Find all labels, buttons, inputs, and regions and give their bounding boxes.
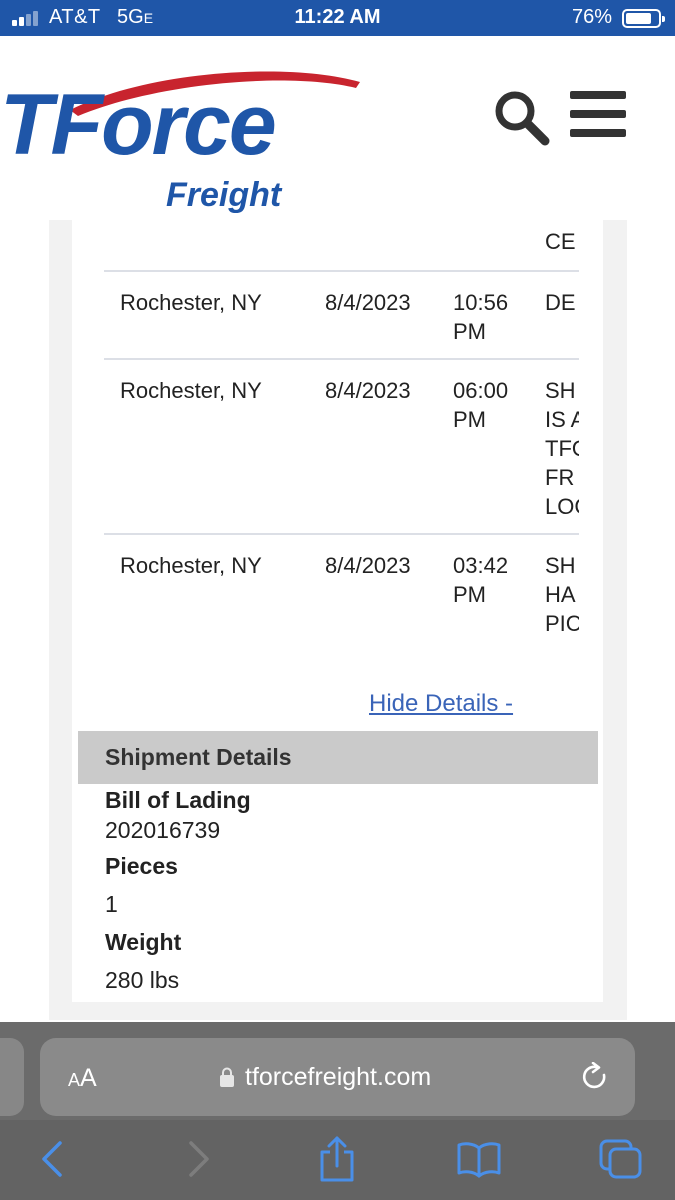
section-title: Shipment Details [105,744,292,770]
activity-description: DE [545,290,576,315]
pieces-value: 1 [105,891,118,917]
browser-toolbar [0,1120,675,1200]
table-row: Rochester, NY 8/4/2023 03:42 PM SH HA PI… [104,535,579,650]
table-row: A C CE [104,220,579,272]
search-icon [495,91,550,146]
activity-time: 03:42 PM [453,553,509,607]
logo-subtitle: Freight [166,176,282,214]
battery-icon [622,9,665,28]
bill-of-lading-value: 202016739 [105,817,221,843]
weight-label: Weight [105,929,182,955]
table-row: Rochester, NY 8/4/2023 10:56 PM DE [104,272,579,360]
status-bar: AT&T 5GE 11:22 AM 76% [0,0,675,36]
reload-icon[interactable] [580,1062,610,1092]
activity-date: 8/4/2023 [325,378,411,403]
browser-address-area: AA tforcefreight.com [0,1022,675,1120]
shipment-details-header: Shipment Details [78,731,598,784]
forward-icon[interactable] [183,1137,213,1181]
weight-value: 280 lbs [105,967,180,993]
activity-description: A C CE [545,220,579,254]
activity-description: SH IS A TFO FR LOC [545,378,579,519]
activity-location: Rochester, NY [120,290,262,315]
site-header: TForce Freight [0,36,675,220]
url-display[interactable]: tforcefreight.com [245,1063,431,1092]
bill-of-lading-label: Bill of Lading [105,787,251,813]
table-row: Rochester, NY 8/4/2023 06:00 PM SH IS A … [104,360,579,535]
hide-details-link[interactable]: Hide Details - [369,690,513,718]
back-icon[interactable] [38,1137,68,1181]
pieces-label: Pieces [105,853,178,879]
address-bar[interactable]: AA tforcefreight.com [40,1038,635,1116]
share-icon[interactable] [317,1134,357,1184]
lock-icon [220,1067,234,1087]
battery-percent: 76% [572,6,613,28]
activity-description: SH HA PIC [545,553,579,636]
activity-date: 8/4/2023 [325,553,411,578]
bookmarks-icon[interactable] [456,1140,502,1178]
tabs-icon[interactable] [598,1138,644,1180]
activity-date: 8/4/2023 [325,290,411,315]
previous-tab-preview[interactable] [0,1038,24,1116]
tracking-history-table: A C CE Rochester, NY 8/4/2023 10:56 PM D… [104,220,579,650]
tforce-freight-logo[interactable]: TForce Freight [0,64,370,212]
hamburger-menu-icon[interactable] [570,91,626,137]
search-button[interactable] [492,88,552,148]
activity-location: Rochester, NY [120,378,262,403]
activity-time: 10:56 PM [453,290,509,344]
activity-location: Rochester, NY [120,553,262,578]
activity-time: 06:00 PM [453,378,509,432]
logo-wordmark: TForce [0,77,277,173]
text-size-button[interactable]: AA [68,1064,97,1093]
